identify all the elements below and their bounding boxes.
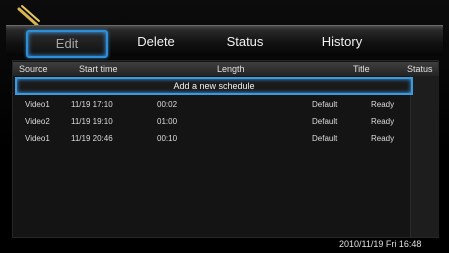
table-header: Source Start time Length Title Status	[13, 62, 438, 76]
cell-start-time: 11/19 20:46	[71, 134, 113, 143]
tab-bar: Edit Delete Status History	[6, 25, 443, 58]
status-column-strip	[410, 76, 439, 237]
tab-status[interactable]: Status	[210, 30, 280, 54]
cell-title: Default	[312, 100, 338, 109]
cell-start-time: 11/19 19:10	[71, 117, 113, 126]
tab-delete[interactable]: Delete	[121, 30, 191, 54]
cell-status: Ready	[371, 100, 395, 109]
cell-status: Ready	[371, 117, 395, 126]
cell-start-time: 11/19 17:10	[71, 100, 113, 109]
top-strip	[6, 4, 443, 28]
column-header-length: Length	[217, 64, 245, 74]
column-header-title: Title	[353, 64, 370, 74]
cell-length: 00:10	[157, 134, 178, 143]
table-row[interactable]: Video1 11/19 17:10 00:02 Default Ready	[15, 96, 409, 113]
tab-edit[interactable]: Edit	[26, 30, 108, 58]
table-row[interactable]: Video2 11/19 19:10 01:00 Default Ready	[15, 113, 409, 130]
cell-length: 01:00	[157, 117, 178, 126]
tab-history[interactable]: History	[304, 30, 380, 54]
cell-source: Video1	[25, 134, 50, 143]
add-schedule-row[interactable]: Add a new schedule	[15, 77, 413, 95]
current-datetime: 2010/11/19 Fri 16:48	[339, 239, 422, 249]
cell-source: Video1	[25, 100, 50, 109]
column-header-source: Source	[19, 64, 48, 74]
cell-source: Video2	[25, 117, 50, 126]
schedule-table: Source Start time Length Title Status Ad…	[12, 60, 439, 238]
cell-status: Ready	[371, 134, 395, 143]
column-header-start-time: Start time	[79, 64, 118, 74]
app-screen: Edit Delete Status History Source Start …	[0, 0, 449, 253]
table-row[interactable]: Video1 11/19 20:46 00:10 Default Ready	[15, 130, 409, 147]
cell-title: Default	[312, 134, 338, 143]
cell-length: 00:02	[157, 100, 178, 109]
column-header-status: Status	[407, 64, 433, 74]
cell-title: Default	[312, 117, 338, 126]
